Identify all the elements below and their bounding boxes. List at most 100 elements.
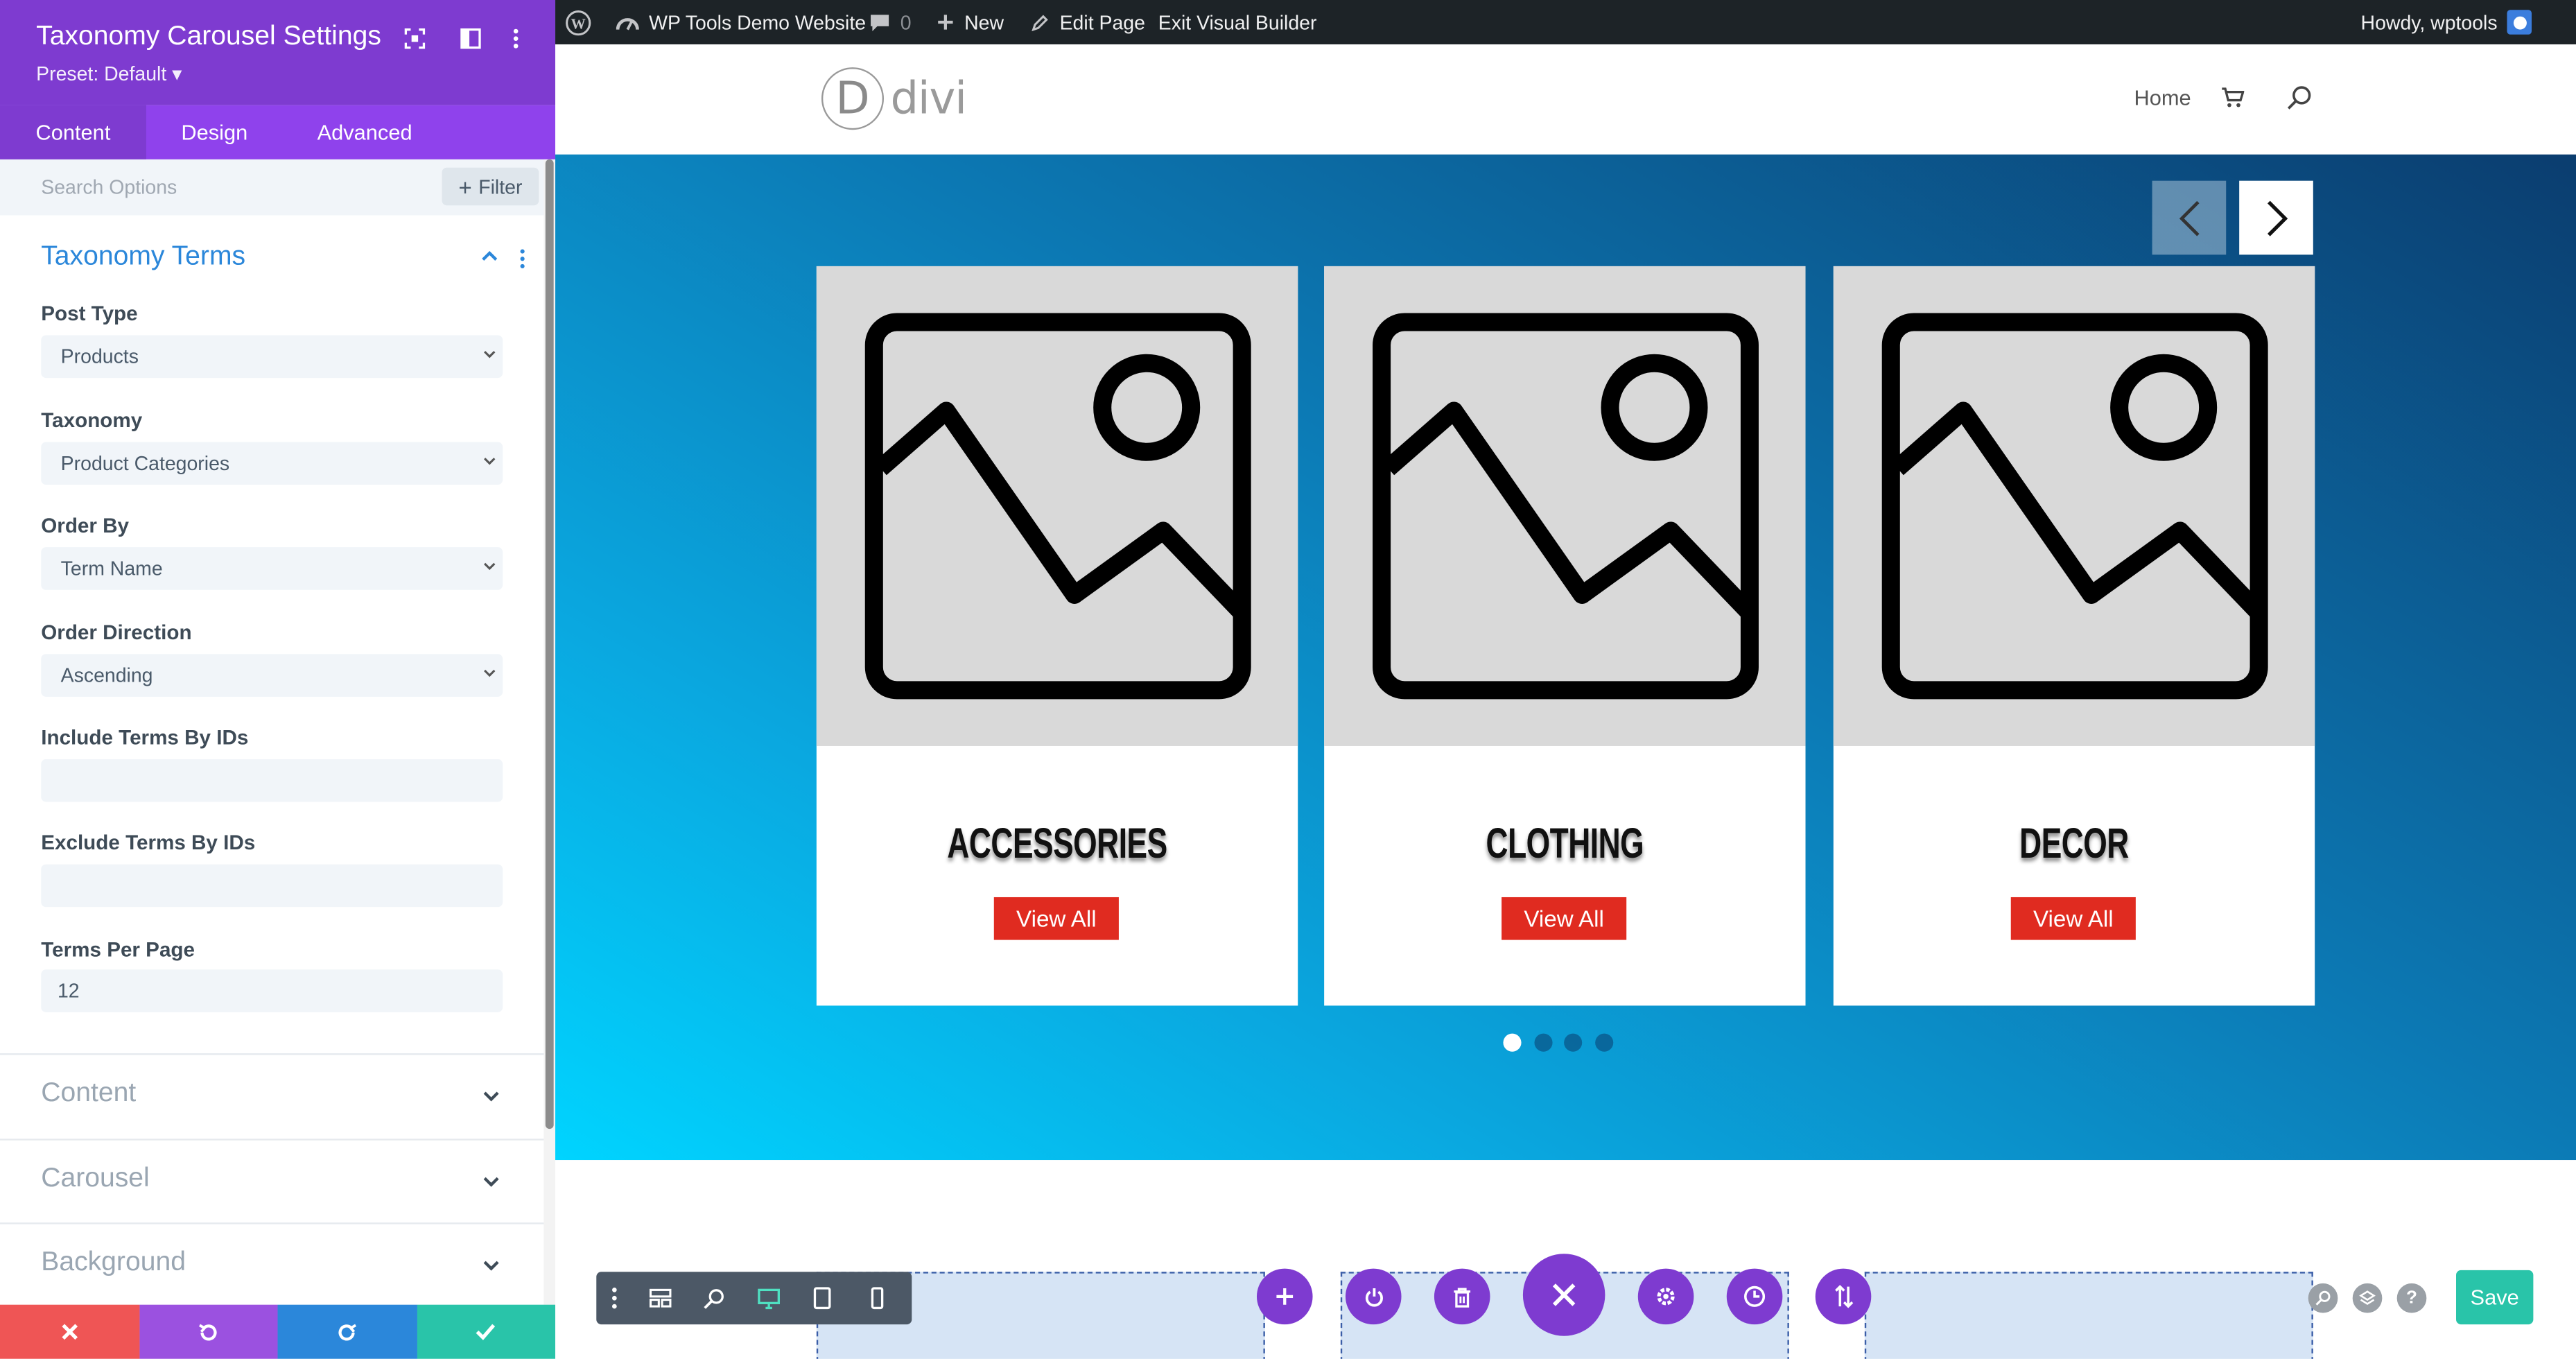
carousel-prev-button[interactable] bbox=[2152, 180, 2227, 255]
wp-admin-bar: W WP Tools Demo Website 0 New Edit Page … bbox=[555, 0, 2576, 44]
search-options-input[interactable] bbox=[23, 171, 417, 204]
sort-button[interactable] bbox=[1815, 1268, 1872, 1325]
include-ids-input[interactable] bbox=[41, 759, 503, 802]
more-options-icon[interactable] bbox=[501, 23, 531, 53]
tablet-view-icon[interactable] bbox=[795, 1272, 849, 1324]
post-type-label: Post Type bbox=[41, 302, 138, 326]
panel-scrollbar-thumb[interactable] bbox=[545, 159, 554, 1129]
wordpress-logo-icon[interactable]: W bbox=[565, 0, 591, 44]
order-by-value: Term Name bbox=[60, 557, 163, 580]
split-view-icon[interactable] bbox=[455, 23, 485, 53]
page-settings-button[interactable] bbox=[1637, 1268, 1694, 1325]
zoom-icon[interactable] bbox=[687, 1272, 741, 1324]
image-placeholder-icon bbox=[1833, 266, 2315, 746]
edit-page-link[interactable]: Edit Page bbox=[1030, 0, 1145, 44]
clock-icon bbox=[1743, 1285, 1766, 1308]
expand-icon[interactable] bbox=[399, 23, 429, 53]
avatar bbox=[2507, 10, 2532, 35]
search-bar: + Filter bbox=[0, 159, 548, 216]
preset-dropdown[interactable]: Preset: Default ▾ bbox=[36, 62, 182, 85]
carousel-dot[interactable] bbox=[1503, 1033, 1522, 1052]
howdy-label: Howdy, wptools bbox=[2360, 10, 2498, 34]
chevron-down-icon bbox=[481, 1089, 501, 1102]
filter-label: Filter bbox=[478, 175, 523, 198]
chevron-up-icon[interactable] bbox=[480, 250, 499, 263]
section-content[interactable]: Content bbox=[0, 1055, 543, 1136]
image-placeholder-icon bbox=[1324, 266, 1806, 746]
group-options-icon[interactable] bbox=[519, 248, 525, 270]
tab-content[interactable]: Content bbox=[0, 105, 146, 159]
terms-per-page-input[interactable] bbox=[41, 969, 503, 1012]
redo-button[interactable] bbox=[277, 1304, 417, 1359]
exit-visual-builder-link[interactable]: Exit Visual Builder bbox=[1158, 0, 1317, 44]
redo-icon bbox=[336, 1320, 358, 1343]
clear-layout-button[interactable] bbox=[1434, 1268, 1490, 1325]
tab-advanced[interactable]: Advanced bbox=[283, 105, 447, 159]
view-all-button[interactable]: View All bbox=[2010, 897, 2136, 940]
history-button[interactable] bbox=[1726, 1268, 1783, 1325]
nav-home-link[interactable]: Home bbox=[2134, 85, 2191, 110]
add-module-button[interactable] bbox=[1256, 1268, 1313, 1325]
taxonomy-value: Product Categories bbox=[60, 451, 230, 475]
comments-link[interactable]: 0 bbox=[869, 0, 912, 44]
taxonomy-terms-group-title[interactable]: Taxonomy Terms bbox=[41, 241, 245, 272]
site-header: D divi Home bbox=[555, 44, 2576, 155]
divi-logo[interactable]: D divi bbox=[821, 67, 967, 130]
view-mode-toolbar bbox=[596, 1272, 912, 1325]
comment-icon bbox=[869, 12, 891, 32]
section-background[interactable]: Background bbox=[0, 1224, 543, 1306]
tab-design[interactable]: Design bbox=[146, 105, 283, 159]
view-all-button[interactable]: View All bbox=[993, 897, 1119, 940]
order-direction-label: Order Direction bbox=[41, 621, 192, 645]
chevron-down-icon bbox=[481, 455, 498, 467]
logo-mark: D bbox=[821, 67, 885, 130]
exclude-ids-input[interactable] bbox=[41, 864, 503, 908]
plus-icon bbox=[937, 13, 955, 31]
settings-panel: Taxonomy Carousel Settings Preset: Defau… bbox=[0, 0, 556, 1359]
filter-button[interactable]: + Filter bbox=[442, 167, 539, 206]
section-carousel[interactable]: Carousel bbox=[0, 1141, 543, 1222]
confirm-button[interactable] bbox=[416, 1304, 556, 1359]
carousel-dot[interactable] bbox=[1564, 1033, 1583, 1052]
terms-per-page-label: Terms Per Page bbox=[41, 938, 195, 962]
plus-icon: + bbox=[458, 173, 472, 200]
portability-button[interactable] bbox=[1345, 1268, 1402, 1325]
include-ids-label: Include Terms By IDs bbox=[41, 726, 249, 750]
taxonomy-label: Taxonomy bbox=[41, 409, 143, 433]
carousel-dot[interactable] bbox=[1595, 1033, 1614, 1052]
undo-button[interactable] bbox=[139, 1304, 278, 1359]
order-by-select[interactable]: Term Name bbox=[41, 547, 503, 590]
exit-label: Exit Visual Builder bbox=[1158, 10, 1317, 34]
taxonomy-select[interactable]: Product Categories bbox=[41, 442, 503, 485]
save-button[interactable]: Save bbox=[2456, 1270, 2534, 1325]
desktop-view-icon[interactable] bbox=[741, 1272, 795, 1324]
plus-icon bbox=[1275, 1287, 1294, 1306]
post-type-select[interactable]: Products bbox=[41, 335, 503, 379]
find-replace-icon[interactable] bbox=[2308, 1283, 2338, 1313]
search-icon[interactable] bbox=[2287, 85, 2312, 110]
trash-icon bbox=[1452, 1286, 1472, 1307]
phone-view-icon[interactable] bbox=[849, 1272, 903, 1324]
site-name-link[interactable]: WP Tools Demo Website bbox=[616, 0, 866, 44]
discard-button[interactable] bbox=[0, 1304, 139, 1359]
close-icon bbox=[1551, 1282, 1577, 1308]
order-by-label: Order By bbox=[41, 514, 130, 537]
builder-column[interactable] bbox=[1864, 1272, 2313, 1359]
wireframe-view-icon[interactable] bbox=[632, 1272, 686, 1324]
carousel-next-button[interactable] bbox=[2239, 180, 2313, 255]
new-content-link[interactable]: New bbox=[937, 0, 1004, 44]
panel-title: Taxonomy Carousel Settings bbox=[36, 21, 381, 51]
close-settings-bar-button[interactable] bbox=[1522, 1254, 1605, 1336]
carousel-dot[interactable] bbox=[1534, 1033, 1553, 1052]
order-direction-select[interactable]: Ascending bbox=[41, 654, 503, 697]
user-account-link[interactable]: Howdy, wptools bbox=[2361, 0, 2532, 44]
chevron-down-icon bbox=[481, 560, 498, 572]
card-title: CLOTHING bbox=[1486, 818, 1644, 868]
edit-page-label: Edit Page bbox=[1059, 10, 1145, 34]
chevron-down-icon bbox=[481, 1258, 501, 1272]
cart-icon[interactable] bbox=[2221, 87, 2245, 109]
help-icon[interactable]: ? bbox=[2396, 1283, 2427, 1313]
toolbar-menu-icon[interactable] bbox=[596, 1272, 632, 1324]
view-all-button[interactable]: View All bbox=[1502, 897, 1627, 940]
layers-icon[interactable] bbox=[2352, 1283, 2383, 1313]
